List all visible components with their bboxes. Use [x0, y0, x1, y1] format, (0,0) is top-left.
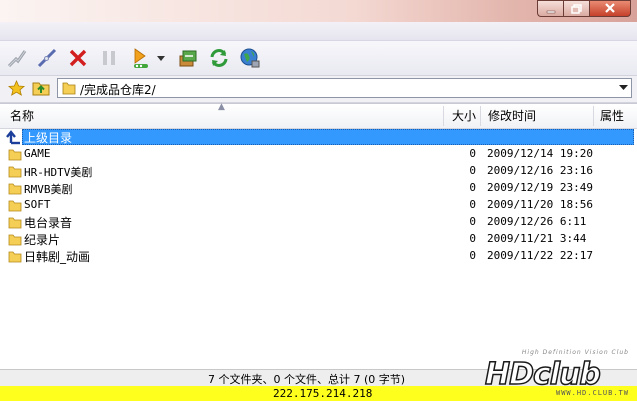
file-modified: 2009/12/19 23:49 [487, 181, 593, 194]
column-header-attributes[interactable]: 属性 [594, 104, 634, 128]
list-item[interactable]: HR-HDTV美剧 0 2009/12/16 23:16 [0, 163, 637, 180]
folder-icon [8, 149, 22, 161]
star-icon [7, 80, 26, 96]
file-size: 0 [469, 147, 476, 160]
connect-button[interactable] [5, 46, 29, 70]
folder-icon [62, 82, 76, 95]
file-name: HR-HDTV美剧 [24, 166, 93, 179]
file-name: GAME [24, 147, 51, 160]
cancel-button[interactable] [66, 46, 90, 70]
file-name: 上级目录 [24, 131, 73, 145]
pause-icon [103, 51, 115, 65]
column-header-modified[interactable]: 修改时间 [482, 104, 592, 128]
file-size: 0 [469, 215, 476, 228]
folder-icon [8, 217, 22, 229]
watermark-tagline: High Definition Vision Club [521, 349, 629, 356]
toolbar [0, 41, 637, 76]
column-header-name[interactable]: 名称 [4, 104, 442, 128]
play-queue-icon [134, 48, 148, 68]
restore-icon [571, 3, 582, 14]
cancel-icon [69, 49, 87, 67]
close-button[interactable] [589, 0, 631, 17]
list-item[interactable]: 电台录音 0 2009/12/26 6:11 [0, 214, 637, 231]
list-item[interactable]: RMVB美剧 0 2009/12/19 23:49 [0, 180, 637, 197]
refresh-icon [210, 49, 228, 67]
ftp-client-window: /完成品仓库2/ ▲ 名称 大小 修改时间 属性 上级目录 GAME 0 200… [0, 0, 637, 401]
list-item[interactable]: 纪录片 0 2009/11/21 3:44 [0, 231, 637, 248]
parent-directory-arrow-icon [6, 130, 20, 145]
file-name: SOFT [24, 198, 51, 211]
restore-button[interactable] [563, 0, 589, 17]
list-item-parent-directory[interactable]: 上级目录 [0, 129, 637, 146]
file-modified: 2009/11/20 18:56 [487, 198, 593, 211]
address-path: /完成品仓库2/ [80, 83, 156, 97]
address-dropdown-button[interactable] [615, 79, 631, 97]
file-size: 0 [469, 164, 476, 177]
status-summary: 7 个文件夹、0 个文件、总计 7 (0 字节) [208, 373, 406, 386]
file-modified: 2009/12/16 23:16 [487, 164, 593, 177]
file-size: 0 [469, 198, 476, 211]
chevron-down-icon [618, 85, 628, 90]
file-modified: 2009/12/26 6:11 [487, 215, 587, 228]
selection-highlight [22, 129, 634, 145]
folder-up-icon [32, 82, 50, 96]
transfer-button[interactable] [176, 46, 200, 70]
menu-strip [0, 22, 637, 41]
column-divider[interactable] [443, 106, 444, 126]
queue-dropdown-icon [157, 56, 165, 61]
folder-icon [8, 183, 22, 195]
file-name: RMVB美剧 [24, 183, 73, 196]
watermark-logo: High Definition Vision Club HDclub WWW.H… [483, 349, 633, 401]
list-item[interactable]: GAME 0 2009/12/14 19:20 [0, 146, 637, 163]
list-item[interactable]: 日韩剧_动画 0 2009/11/22 22:17 [0, 248, 637, 265]
file-modified: 2009/11/21 3:44 [487, 232, 587, 245]
favorites-button[interactable] [7, 80, 26, 100]
folder-icon [8, 251, 22, 263]
file-modified: 2009/12/14 19:20 [487, 147, 593, 160]
list-item[interactable]: SOFT 0 2009/11/20 18:56 [0, 197, 637, 214]
globe-icon [240, 48, 260, 68]
minimize-button[interactable] [537, 0, 563, 17]
address-input[interactable]: /完成品仓库2/ [57, 78, 632, 98]
window-controls [537, 0, 631, 18]
globe-button[interactable] [238, 46, 262, 70]
column-divider[interactable] [480, 106, 481, 126]
file-name: 电台录音 [24, 216, 73, 230]
watermark-url: WWW.HD.CLUB.TW [555, 389, 629, 397]
transfer-icon [179, 50, 197, 67]
folder-icon [8, 200, 22, 212]
connect-icon [7, 50, 27, 68]
file-list-header: ▲ 名称 大小 修改时间 属性 [0, 102, 637, 129]
watermark-brand: HDclub [484, 356, 601, 393]
file-name: 日韩剧_动画 [24, 250, 91, 264]
pause-button[interactable] [97, 46, 121, 70]
file-name: 纪录片 [24, 233, 61, 247]
disconnect-button[interactable] [35, 46, 59, 70]
title-bar[interactable] [0, 0, 637, 22]
close-icon [605, 3, 615, 13]
file-size: 0 [469, 249, 476, 262]
file-modified: 2009/11/22 22:17 [487, 249, 593, 262]
parent-folder-button[interactable] [32, 79, 50, 100]
file-list[interactable]: ▲ 名称 大小 修改时间 属性 上级目录 GAME 0 2009/12/14 1… [0, 102, 637, 370]
play-queue-button[interactable] [129, 46, 153, 70]
folder-icon [8, 234, 22, 246]
folder-icon [8, 166, 22, 178]
file-size: 0 [469, 232, 476, 245]
minimize-icon [546, 10, 555, 13]
refresh-button[interactable] [207, 46, 231, 70]
address-bar: /完成品仓库2/ [0, 76, 637, 103]
disconnect-icon [37, 48, 57, 68]
column-header-size[interactable]: 大小 [446, 104, 481, 128]
server-ip: 222.175.214.218 [273, 387, 373, 400]
file-rows: 上级目录 GAME 0 2009/12/14 19:20 HR-HDTV美剧 0… [0, 129, 637, 265]
file-size: 0 [469, 181, 476, 194]
queue-dropdown-button[interactable] [155, 46, 167, 70]
